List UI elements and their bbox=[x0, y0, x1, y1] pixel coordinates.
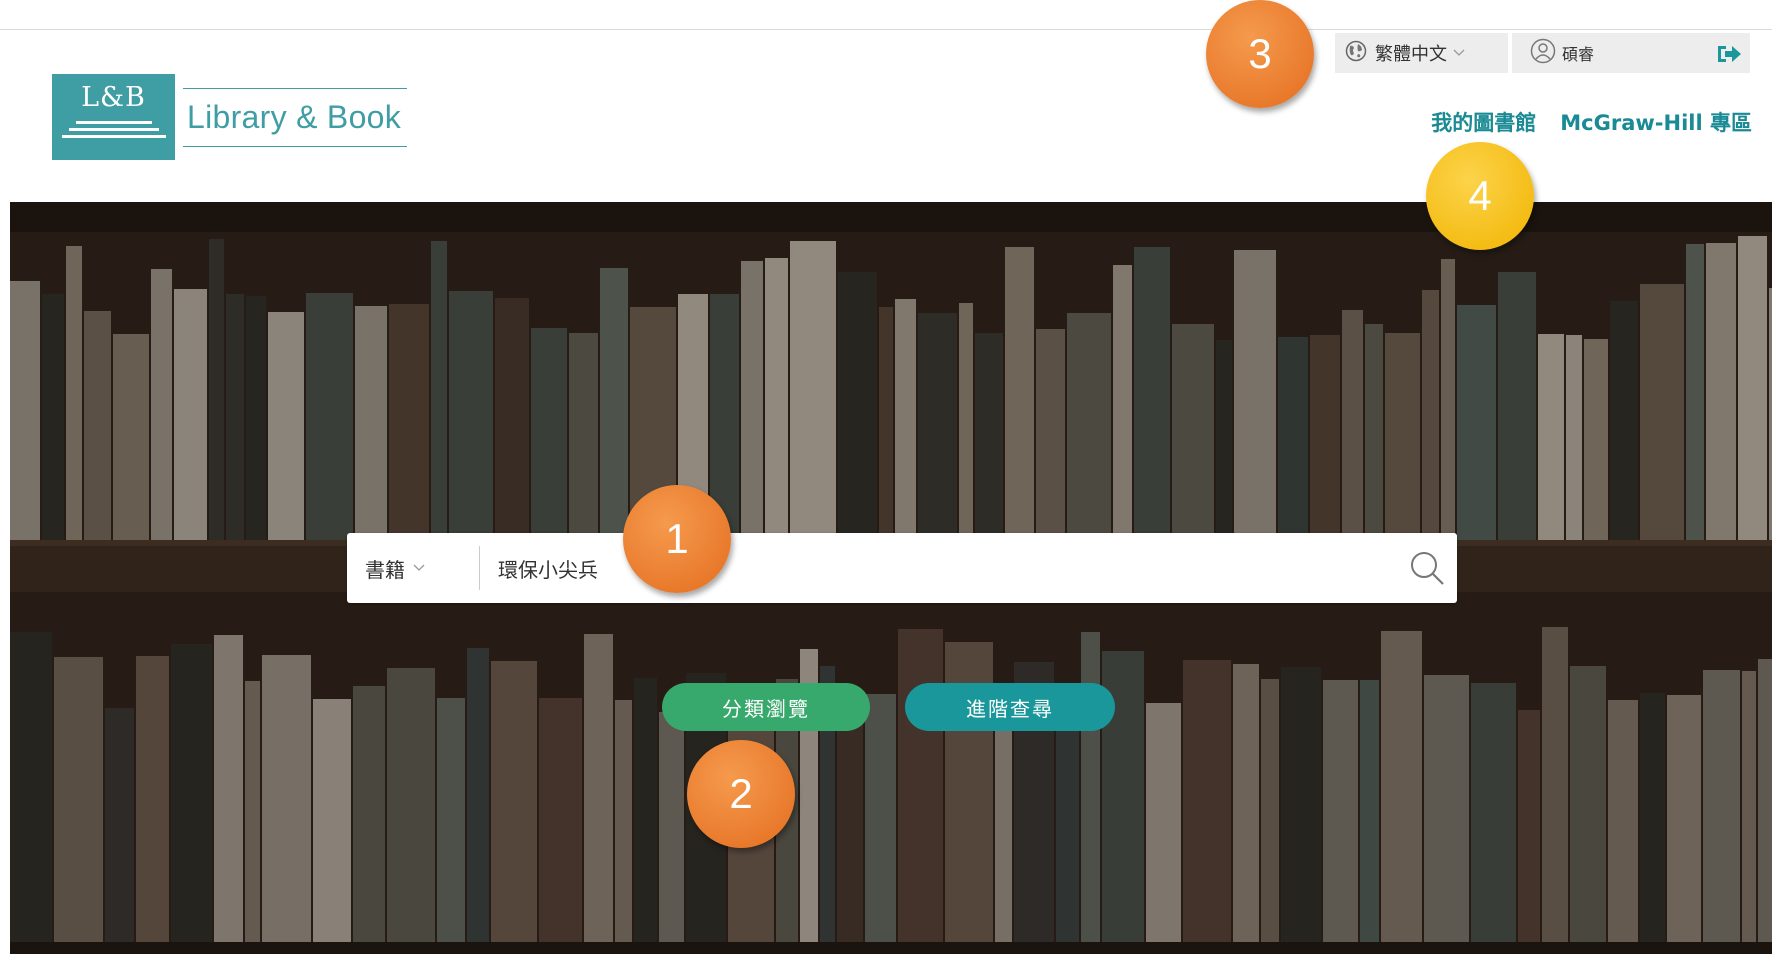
search-divider bbox=[479, 546, 480, 590]
user-name: 碩睿 bbox=[1562, 45, 1595, 64]
top-nav: 我的圖書館 McGraw-Hill 專區 bbox=[1431, 107, 1752, 137]
search-button[interactable] bbox=[1397, 538, 1457, 598]
user-circle-icon bbox=[1530, 38, 1556, 68]
user-account[interactable]: 碩睿 bbox=[1512, 33, 1750, 73]
top-border bbox=[0, 29, 1772, 30]
browse-categories-button[interactable]: 分類瀏覽 bbox=[662, 683, 870, 731]
advanced-search-button[interactable]: 進階查尋 bbox=[905, 683, 1115, 731]
search-bar: 書籍 bbox=[347, 533, 1457, 603]
logout-icon[interactable] bbox=[1716, 43, 1742, 69]
globe-icon bbox=[1345, 40, 1367, 67]
search-icon bbox=[1411, 552, 1444, 585]
search-category-select[interactable]: 書籍 bbox=[347, 554, 479, 583]
language-selector[interactable]: 繁體中文 bbox=[1335, 33, 1508, 73]
site-logo[interactable]: L&B Library & Book bbox=[52, 74, 408, 160]
language-label: 繁體中文 bbox=[1375, 44, 1447, 65]
nav-mcgraw-hill[interactable]: McGraw-Hill 專區 bbox=[1560, 107, 1752, 137]
logo-mark-box: L&B bbox=[52, 74, 175, 160]
logo-book-lines bbox=[61, 117, 166, 138]
chevron-down-icon bbox=[1453, 46, 1465, 61]
logo-name: Library & Book bbox=[183, 87, 408, 147]
nav-my-library[interactable]: 我的圖書館 bbox=[1431, 107, 1536, 137]
annotation-badge-2: 2 bbox=[687, 740, 795, 848]
chevron-down-icon bbox=[413, 561, 425, 576]
search-category-label: 書籍 bbox=[365, 557, 405, 582]
logo-mark: L&B bbox=[81, 82, 146, 113]
annotation-badge-4: 4 bbox=[1426, 142, 1534, 250]
annotation-badge-1: 1 bbox=[623, 485, 731, 593]
annotation-badge-3: 3 bbox=[1206, 0, 1314, 108]
